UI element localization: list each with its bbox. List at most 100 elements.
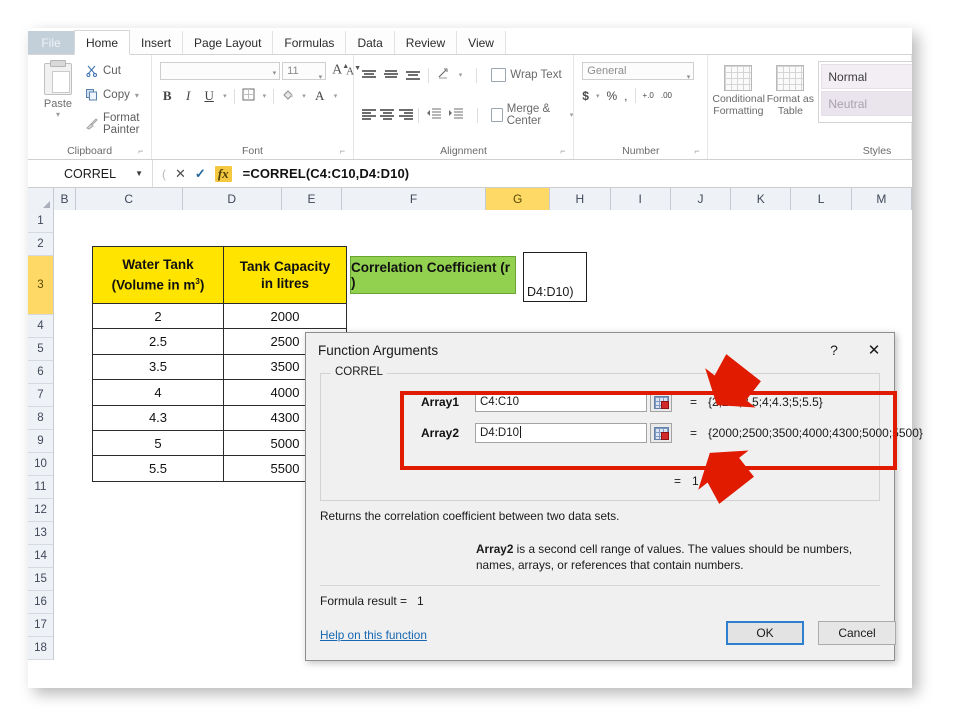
cell-volume[interactable]: 2 — [92, 302, 224, 330]
copy-button[interactable]: Copy ▾ — [86, 89, 139, 101]
column-header-E[interactable]: E — [282, 188, 343, 210]
fill-color-caret-icon[interactable]: ▾ — [302, 92, 306, 100]
font-color-caret-icon[interactable]: ▾ — [334, 92, 338, 100]
row-header-13[interactable]: 13 — [28, 522, 54, 545]
cell-styles-gallery[interactable]: Normal Neutral — [818, 61, 912, 123]
font-color-button[interactable]: A — [313, 88, 327, 104]
table-row[interactable]: 2 2000 — [92, 302, 347, 330]
array2-range-selector-button[interactable] — [650, 423, 672, 443]
ok-button[interactable]: OK — [726, 621, 804, 645]
column-header-H[interactable]: H — [550, 188, 611, 210]
format-painter-button[interactable]: Format Painter — [86, 112, 151, 136]
help-on-this-function-link[interactable]: Help on this function — [320, 628, 427, 642]
cancel-formula-icon[interactable]: ✕ — [175, 166, 186, 182]
alignment-dialog-launcher[interactable]: ⌐ — [560, 147, 569, 156]
array1-input[interactable]: C4:C10 — [475, 392, 647, 412]
bold-button[interactable]: B — [160, 88, 174, 104]
clipboard-dialog-launcher[interactable]: ⌐ — [138, 147, 147, 156]
array1-range-selector-button[interactable] — [650, 392, 672, 412]
row-header-11[interactable]: 11 — [28, 476, 54, 499]
name-box-caret-icon[interactable]: ▼ — [135, 169, 143, 178]
underline-button[interactable]: U — [202, 88, 216, 104]
cell-style-normal[interactable]: Normal — [821, 64, 912, 89]
format-as-table-button[interactable]: Format as Table — [764, 61, 816, 117]
currency-caret-icon[interactable]: ▾ — [596, 92, 600, 100]
cut-button[interactable]: Cut — [86, 65, 121, 77]
align-center-icon[interactable] — [380, 109, 395, 121]
tab-insert[interactable]: Insert — [130, 31, 184, 54]
tab-data[interactable]: Data — [346, 31, 395, 54]
name-box[interactable]: CORREL ▼ — [28, 160, 153, 187]
wrap-text-button[interactable]: Wrap Text — [491, 68, 562, 82]
align-bottom-icon[interactable] — [405, 69, 420, 81]
italic-button[interactable]: I — [181, 88, 195, 104]
align-top-icon[interactable] — [361, 69, 376, 81]
merge-center-caret-icon[interactable]: ▾ — [570, 111, 574, 119]
cell-volume[interactable]: 2.5 — [92, 328, 224, 355]
insert-function-icon[interactable]: fx — [214, 165, 232, 182]
font-size-input[interactable]: 11 ▾ — [282, 62, 327, 81]
tab-home[interactable]: Home — [74, 30, 131, 55]
percent-button[interactable]: % — [606, 89, 617, 103]
cell-volume[interactable]: 4 — [92, 379, 224, 406]
tab-formulas[interactable]: Formulas — [273, 31, 347, 54]
array2-input[interactable]: D4:D10 — [475, 423, 647, 443]
close-icon[interactable]: ✕ — [854, 335, 894, 365]
font-name-caret-icon[interactable]: ▾ — [273, 69, 277, 77]
formula-input[interactable]: =CORREL(C4:C10,D4:D10) — [241, 166, 410, 181]
tab-review[interactable]: Review — [394, 31, 458, 54]
merge-and-center-button[interactable]: Merge & Center ▾ — [491, 103, 573, 127]
copy-dropdown-caret-icon[interactable]: ▾ — [135, 91, 139, 100]
cell-volume[interactable]: 5.5 — [92, 455, 224, 482]
column-header-J[interactable]: J — [671, 188, 732, 210]
increase-indent-icon[interactable] — [448, 107, 463, 123]
row-header-9[interactable]: 9 — [28, 430, 54, 453]
column-header-I[interactable]: I — [611, 188, 671, 210]
row-header-10[interactable]: 10 — [28, 453, 54, 476]
column-header-C[interactable]: C — [76, 188, 183, 210]
enter-formula-icon[interactable]: ✓ — [195, 166, 206, 182]
font-dialog-launcher[interactable]: ⌐ — [340, 147, 349, 156]
align-left-icon[interactable] — [361, 109, 376, 121]
currency-button[interactable]: $ — [582, 89, 589, 103]
cell-volume[interactable]: 5 — [92, 429, 224, 457]
column-header-F[interactable]: F — [342, 188, 487, 210]
column-header-G[interactable]: G — [486, 188, 551, 210]
borders-button[interactable] — [242, 88, 256, 104]
orientation-caret-icon[interactable]: ▾ — [459, 71, 463, 79]
comma-button[interactable]: , — [624, 89, 627, 103]
fill-color-button[interactable] — [281, 88, 295, 104]
row-header-7[interactable]: 7 — [28, 384, 54, 407]
tab-file[interactable]: File — [28, 31, 74, 54]
number-format-caret-icon[interactable]: ▾ — [687, 69, 691, 86]
row-header-1[interactable]: 1 — [28, 210, 54, 233]
row-header-4[interactable]: 4 — [28, 315, 54, 338]
orientation-icon[interactable] — [437, 67, 451, 83]
cell-capacity[interactable]: 2000 — [223, 302, 347, 330]
align-right-icon[interactable] — [399, 109, 414, 121]
row-header-18[interactable]: 18 — [28, 637, 54, 660]
cancel-button[interactable]: Cancel — [818, 621, 896, 645]
row-header-14[interactable]: 14 — [28, 545, 54, 568]
row-header-6[interactable]: 6 — [28, 361, 54, 384]
conditional-formatting-button[interactable]: Conditional Formatting — [712, 61, 765, 117]
select-all-corner[interactable] — [28, 188, 55, 210]
row-header-16[interactable]: 16 — [28, 591, 54, 614]
help-icon[interactable]: ? — [814, 335, 854, 365]
row-header-15[interactable]: 15 — [28, 568, 54, 591]
row-header-8[interactable]: 8 — [28, 407, 54, 430]
correlation-result-cell[interactable]: D4:D10) — [523, 252, 587, 302]
column-header-L[interactable]: L — [791, 188, 852, 210]
cell-volume[interactable]: 4.3 — [92, 404, 224, 431]
borders-caret-icon[interactable]: ▾ — [263, 92, 267, 100]
paste-button[interactable]: Paste ▾ — [34, 60, 82, 119]
font-size-caret-icon[interactable]: ▾ — [319, 69, 323, 86]
row-header-2[interactable]: 2 — [28, 233, 54, 256]
decrease-decimal-button[interactable]: .00 — [661, 91, 672, 100]
column-header-K[interactable]: K — [731, 188, 792, 210]
align-middle-icon[interactable] — [383, 69, 398, 81]
row-header-12[interactable]: 12 — [28, 499, 54, 522]
paste-dropdown-caret-icon[interactable]: ▾ — [34, 110, 82, 119]
increase-decimal-button[interactable]: +.0 — [643, 91, 654, 100]
font-name-input[interactable]: ▾ — [160, 62, 281, 80]
